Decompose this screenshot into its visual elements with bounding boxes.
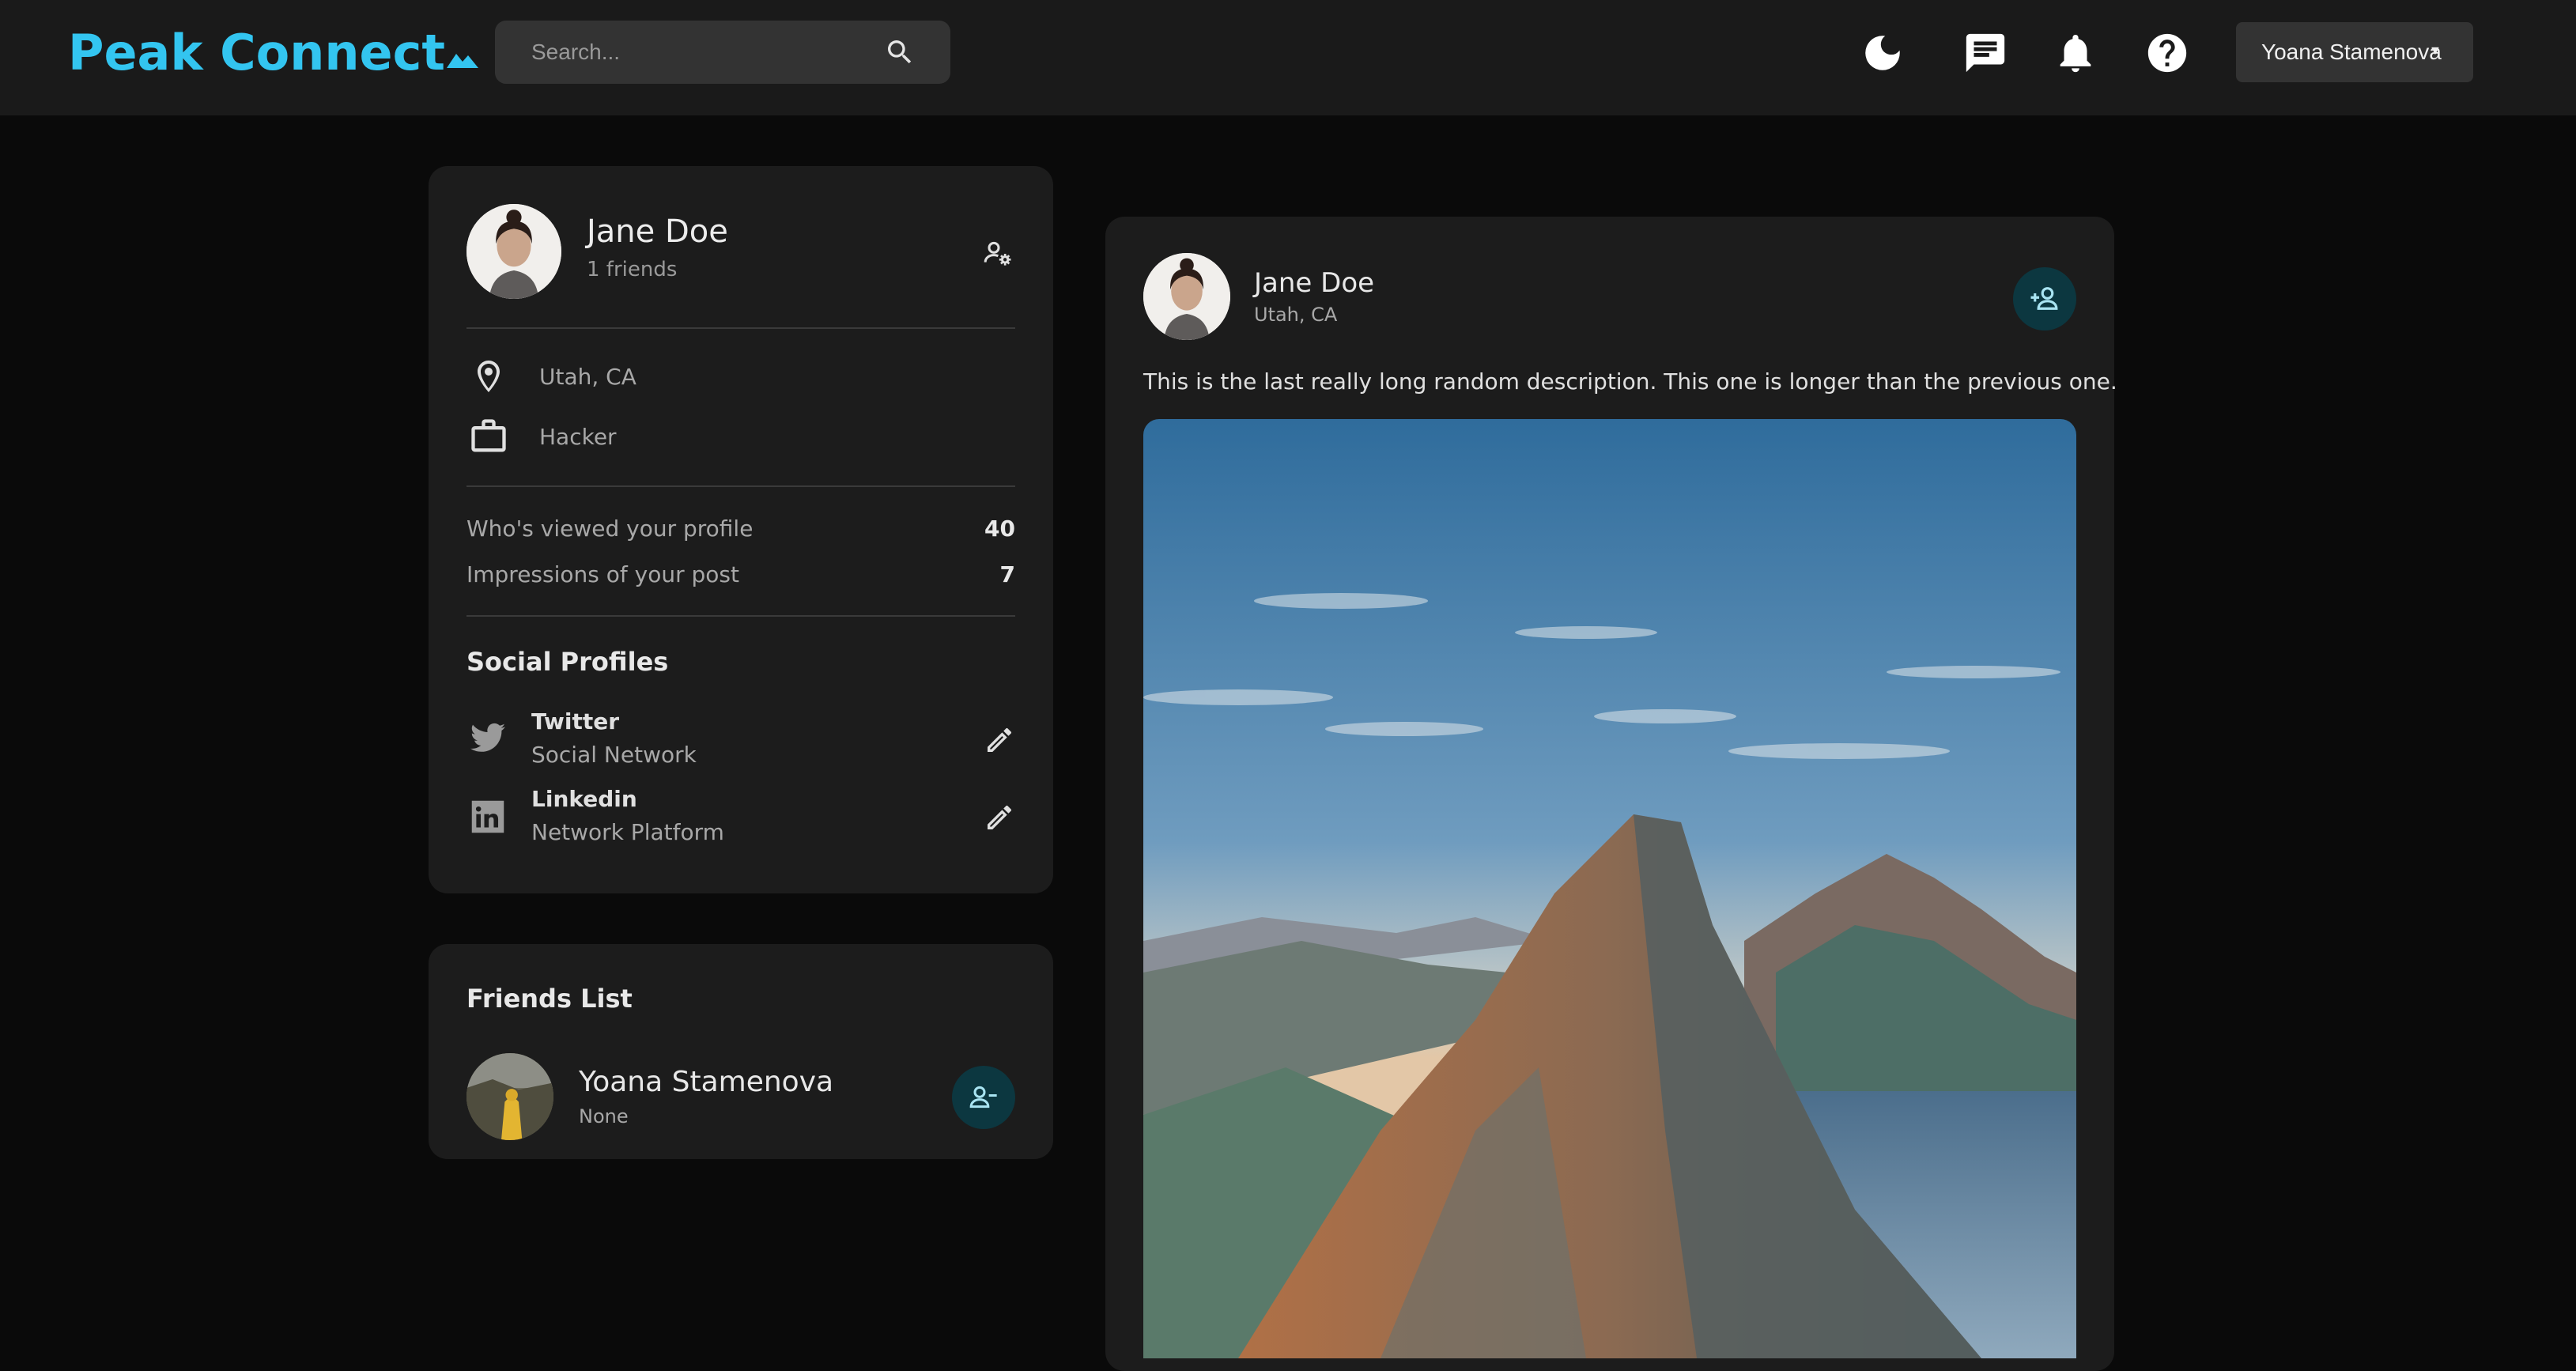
divider	[466, 327, 1015, 329]
search-icon[interactable]	[884, 36, 916, 68]
add-friend-button[interactable]	[2013, 267, 2076, 330]
friend-name[interactable]: Yoana Stamenova	[579, 1066, 833, 1098]
person-remove-icon	[969, 1086, 997, 1109]
mountain-logo-icon	[446, 54, 478, 68]
profile-photo-icon	[466, 204, 561, 299]
twitter-icon	[470, 723, 505, 752]
dark-mode-toggle[interactable]	[1860, 30, 1906, 76]
user-dropdown[interactable]: Yoana Stamenova ▼	[2236, 22, 2473, 82]
divider	[466, 485, 1015, 487]
occupation-text: Hacker	[539, 424, 617, 450]
stat-value-profile-views: 40	[984, 516, 1015, 542]
user-dropdown-label: Yoana Stamenova	[2261, 40, 2442, 64]
help-icon	[2147, 33, 2187, 73]
friends-list-heading: Friends List	[466, 984, 633, 1014]
briefcase-icon	[471, 419, 506, 452]
person-add-icon	[2030, 287, 2058, 310]
divider	[466, 615, 1015, 617]
notifications-button[interactable]	[2053, 30, 2098, 76]
social-type-twitter: Social Network	[531, 742, 697, 768]
profile-card: Jane Doe 1 friends Utah, CA Hacker Who's…	[429, 166, 1053, 893]
friends-list-card: Friends List Yoana Stamenova None	[429, 944, 1053, 1159]
friend-photo-icon	[466, 1053, 553, 1140]
post-author-location: Utah, CA	[1254, 304, 1338, 326]
friends-count: 1 friends	[587, 258, 678, 281]
stat-value-impressions: 7	[999, 561, 1015, 587]
social-profiles-heading: Social Profiles	[466, 647, 669, 677]
social-type-linkedin: Network Platform	[531, 819, 724, 845]
top-navbar: Peak Connect Yoana Stamenova ▼	[0, 0, 2576, 115]
location-icon	[478, 361, 500, 392]
search-bar	[495, 21, 950, 84]
post-author-avatar[interactable]	[1143, 253, 1230, 340]
bell-icon	[2060, 35, 2091, 73]
edit-icon[interactable]	[984, 724, 1015, 756]
remove-friend-button[interactable]	[952, 1066, 1015, 1129]
manage-accounts-icon[interactable]	[982, 237, 1014, 269]
post-image[interactable]	[1143, 419, 2076, 1358]
social-name-linkedin[interactable]: Linkedin	[531, 786, 637, 812]
avatar[interactable]	[466, 204, 561, 299]
edit-icon[interactable]	[984, 802, 1015, 833]
moon-icon	[1865, 36, 1900, 70]
profile-name[interactable]: Jane Doe	[587, 213, 728, 250]
stat-label-impressions: Impressions of your post	[466, 561, 739, 587]
stat-label-profile-views: Who's viewed your profile	[466, 516, 754, 542]
mountain-photo-icon	[1143, 419, 2076, 1358]
social-name-twitter[interactable]: Twitter	[531, 708, 619, 735]
post-description: This is the last really long random desc…	[1143, 368, 2117, 395]
chat-icon	[1966, 33, 2005, 73]
location-text: Utah, CA	[539, 364, 636, 390]
profile-photo-icon	[1143, 253, 1230, 340]
chevron-down-icon: ▼	[2429, 44, 2442, 58]
post-author-name[interactable]: Jane Doe	[1254, 267, 1374, 299]
friend-avatar[interactable]	[466, 1053, 553, 1140]
linkedin-icon	[471, 800, 504, 833]
messages-button[interactable]	[1962, 30, 2008, 76]
search-input[interactable]	[531, 40, 884, 65]
help-button[interactable]	[2144, 30, 2190, 76]
app-logo[interactable]: Peak Connect	[68, 19, 478, 85]
friend-subtitle: None	[579, 1105, 629, 1127]
